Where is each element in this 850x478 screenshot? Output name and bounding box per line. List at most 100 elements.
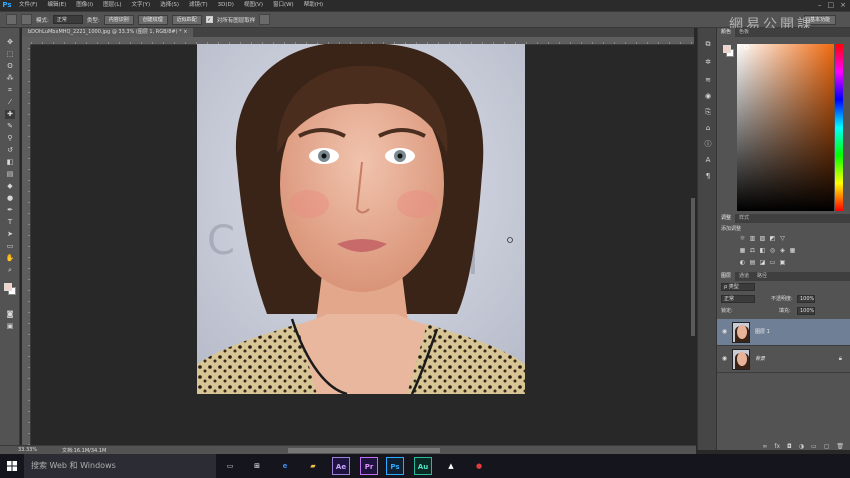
layer-name[interactable]: 背景 — [755, 355, 765, 362]
invert-icon[interactable]: ◐ — [739, 259, 746, 266]
brush-presets-icon[interactable]: ◉ — [703, 92, 713, 101]
brush-panel-icon[interactable]: ≋ — [703, 76, 713, 85]
channel-mixer-icon[interactable]: ◈ — [779, 247, 786, 254]
new-group-icon[interactable]: ▭ — [811, 443, 817, 450]
menu-select[interactable]: 选择(S) — [155, 0, 184, 11]
new-adjustment-icon[interactable]: ◑ — [799, 443, 804, 450]
pen-tool-icon[interactable]: ✒ — [5, 206, 15, 215]
layer-name[interactable]: 图层 1 — [755, 328, 770, 335]
visibility-eye-icon[interactable]: ◉ — [721, 355, 728, 362]
menu-type[interactable]: 文字(Y) — [127, 0, 156, 11]
layer-row[interactable]: ◉ 图层 1 — [717, 319, 850, 346]
file-explorer-icon[interactable]: ▰ — [304, 457, 322, 475]
menu-3d[interactable]: 3D(D) — [213, 0, 239, 11]
shape-tool-icon[interactable]: ▭ — [5, 242, 15, 251]
tab-adjustments[interactable]: 调整 — [717, 214, 736, 223]
lasso-tool-icon[interactable]: ʘ — [5, 62, 15, 71]
menu-view[interactable]: 视图(V) — [239, 0, 268, 11]
task-view-icon[interactable]: ▭ — [221, 457, 239, 475]
quick-mask-icon[interactable]: ◙ — [5, 310, 15, 319]
color-picker-field[interactable] — [737, 44, 834, 211]
eraser-tool-icon[interactable]: ◧ — [5, 158, 15, 167]
history-panel-icon[interactable]: ⧉ — [703, 40, 713, 49]
zoom-tool-icon[interactable]: ⌕ — [5, 266, 15, 275]
premiere-icon[interactable]: Pr — [360, 457, 378, 475]
menu-filter[interactable]: 滤镜(T) — [184, 0, 213, 11]
brush-tool-icon[interactable]: ✎ — [5, 122, 15, 131]
photoshop-icon[interactable]: Ps — [386, 457, 404, 475]
screen-mode-icon[interactable]: ▣ — [5, 322, 15, 331]
taskbar-search-box[interactable]: 搜索 Web 和 Windows — [24, 454, 216, 478]
history-brush-tool-icon[interactable]: ↺ — [5, 146, 15, 155]
trash-icon[interactable]: 🗑︎ — [836, 443, 844, 450]
fill-field[interactable]: 100% — [797, 307, 815, 315]
horizontal-scrollbar[interactable] — [288, 448, 440, 453]
crop-tool-icon[interactable]: ⌗ — [5, 86, 15, 95]
blur-tool-icon[interactable]: ◆ — [5, 182, 15, 191]
move-tool-icon[interactable]: ✥ — [5, 38, 15, 47]
eyedropper-tool-icon[interactable]: ⁄ — [5, 98, 15, 107]
proximity-match-button[interactable]: 近似匹配 — [171, 14, 202, 25]
vibrance-icon[interactable]: ▽ — [779, 235, 786, 242]
link-layers-icon[interactable]: ∞ — [762, 443, 767, 450]
dodge-tool-icon[interactable]: ● — [5, 194, 15, 203]
brush-size-picker[interactable] — [21, 14, 32, 25]
quick-select-tool-icon[interactable]: ⁂ — [5, 74, 15, 83]
tool-presets-icon[interactable]: ⌂ — [703, 124, 713, 133]
gradient-map-icon[interactable]: ▭ — [769, 259, 776, 266]
photo-filter-icon[interactable]: ◎ — [769, 247, 776, 254]
store-icon[interactable]: ⊞ — [248, 457, 266, 475]
tab-layers[interactable]: 图层 — [717, 272, 736, 281]
character-panel-icon[interactable]: A — [703, 156, 713, 165]
tool-preset-icon[interactable] — [6, 14, 17, 25]
hue-slider[interactable] — [835, 44, 843, 211]
color-lookup-icon[interactable]: ▦ — [789, 247, 796, 254]
brightness-icon[interactable]: ☼ — [739, 235, 746, 242]
photos-icon[interactable]: ▲ — [442, 457, 460, 475]
maximize-button[interactable]: □ — [828, 1, 835, 9]
new-layer-icon[interactable]: ▢ — [824, 443, 830, 450]
clone-stamp-tool-icon[interactable]: ⚲ — [5, 134, 15, 143]
vertical-ruler[interactable] — [22, 45, 31, 445]
audition-icon[interactable]: Au — [414, 457, 432, 475]
vertical-scrollbar[interactable] — [691, 198, 695, 336]
color-balance-icon[interactable]: ⚖ — [749, 247, 756, 254]
pressure-icon[interactable] — [259, 14, 271, 25]
sample-all-checkbox[interactable]: ✓ — [205, 16, 213, 23]
tab-styles[interactable]: 样式 — [735, 214, 753, 223]
visibility-eye-icon[interactable]: ◉ — [721, 328, 728, 335]
layer-style-icon[interactable]: fx — [774, 443, 780, 450]
color-picker-cursor[interactable] — [744, 45, 749, 50]
minimize-button[interactable]: – — [818, 1, 822, 9]
create-texture-button[interactable]: 创建纹理 — [137, 14, 168, 25]
close-button[interactable]: × — [840, 1, 846, 9]
clone-source-icon[interactable]: ⎘ — [703, 108, 713, 117]
windows-start-icon[interactable] — [0, 454, 24, 478]
color-swatches[interactable] — [4, 283, 16, 295]
recorder-icon[interactable]: ● — [470, 457, 488, 475]
posterize-icon[interactable]: ▤ — [749, 259, 756, 266]
threshold-icon[interactable]: ◪ — [759, 259, 766, 266]
levels-icon[interactable]: ▥ — [749, 235, 756, 242]
hue-saturation-icon[interactable]: ▦ — [739, 247, 746, 254]
paragraph-panel-icon[interactable]: ¶ — [703, 172, 713, 181]
type-tool-icon[interactable]: T — [5, 218, 15, 227]
actions-panel-icon[interactable]: ✲ — [703, 58, 713, 67]
marquee-tool-icon[interactable]: ⬚ — [5, 50, 15, 59]
tab-channels[interactable]: 通道 — [735, 272, 753, 281]
content-aware-button[interactable]: 内容识别 — [103, 14, 134, 25]
tab-paths[interactable]: 路径 — [753, 272, 771, 281]
layer-row[interactable]: ◉ 背景 🔒︎ — [717, 346, 850, 373]
foreground-color-swatch[interactable] — [4, 283, 12, 291]
layer-kind-filter[interactable]: ρ 类型 — [721, 283, 755, 291]
exposure-icon[interactable]: ◩ — [769, 235, 776, 242]
document-tab[interactable]: bDOhLuMbxMHQ_2221_1000.jpg @ 33.3% (图层 1… — [22, 28, 194, 37]
menu-image[interactable]: 图像(I) — [71, 0, 98, 11]
menu-file[interactable]: 文件(F) — [14, 0, 42, 11]
menu-layer[interactable]: 图层(L) — [98, 0, 126, 11]
portrait-image[interactable]: C I — [197, 44, 525, 394]
add-mask-icon[interactable]: ◘ — [787, 443, 792, 450]
tab-color[interactable]: 颜色 — [717, 28, 736, 37]
panel-foreground-swatch[interactable] — [723, 45, 731, 53]
menu-help[interactable]: 帮助(H) — [299, 0, 328, 11]
